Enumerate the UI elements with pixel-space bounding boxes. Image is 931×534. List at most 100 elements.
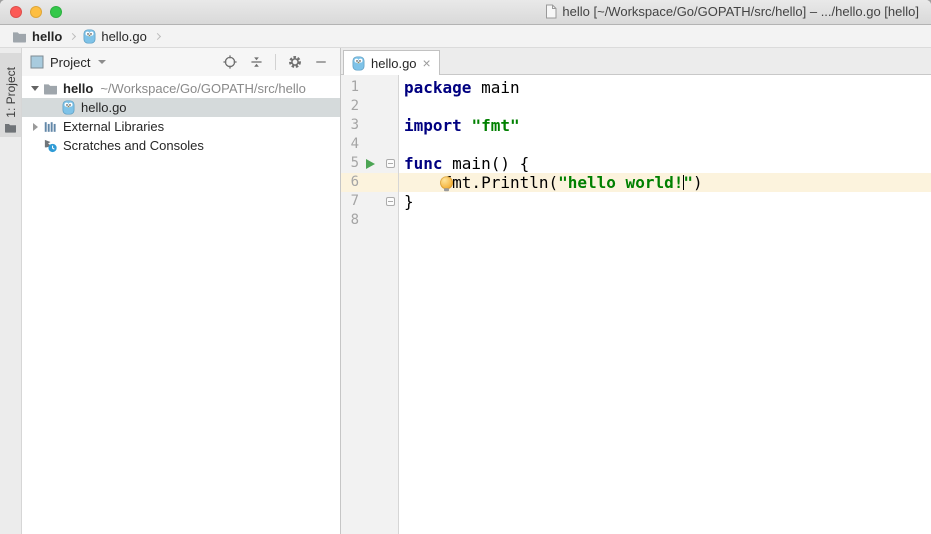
tree-item-label: External Libraries — [63, 119, 164, 134]
minimize-window-button[interactable] — [30, 6, 42, 18]
tree-item-label: hello.go — [81, 100, 127, 115]
run-main-icon[interactable] — [366, 159, 375, 169]
code-token — [404, 173, 443, 192]
code-line-4: 4 — [341, 135, 931, 154]
folder-icon — [12, 30, 27, 43]
code-text[interactable] — [399, 135, 931, 154]
editor-tab-bar[interactable]: hello.go × — [341, 48, 931, 75]
code-line-3: 3 import "fmt" — [341, 116, 931, 135]
locate-icon[interactable] — [222, 54, 238, 70]
go-icon — [83, 29, 96, 44]
tree-row-scratches-and-consoles[interactable]: Scratches and Consoles — [22, 136, 340, 155]
code-line-2: 2 — [341, 97, 931, 116]
line-number: 6 — [343, 173, 359, 192]
fold-marker-icon[interactable] — [386, 197, 395, 206]
chevron-right-icon[interactable] — [33, 123, 38, 131]
tree-row-hello-go[interactable]: hello.go — [22, 98, 340, 117]
hide-icon[interactable] — [314, 54, 328, 70]
gutter[interactable]: 6 — [341, 173, 399, 192]
gutter[interactable]: 1 — [341, 78, 399, 97]
code-token: main() { — [443, 154, 530, 173]
zoom-window-button[interactable] — [50, 6, 62, 18]
code-line-7: 7} — [341, 192, 931, 211]
tool-window-stripe: 1: Project — [0, 48, 22, 534]
line-number: 1 — [343, 78, 359, 97]
tree-row-hello[interactable]: hello~/Workspace/Go/GOPATH/src/hello — [22, 79, 340, 98]
code-token — [462, 116, 472, 135]
line-number: 2 — [343, 97, 359, 116]
code-token: "hello world! — [558, 173, 683, 192]
main-area: 1: Project Project hello~/Workspace/Go/G… — [0, 48, 931, 534]
code-line-6: 6 fmt.Println("hello world!") — [341, 173, 931, 192]
code-text[interactable]: import "fmt" — [399, 116, 931, 135]
window-title: hello [~/Workspace/Go/GOPATH/src/hello] … — [562, 4, 919, 19]
code-token: package — [404, 78, 471, 97]
chevron-down-icon[interactable] — [31, 86, 39, 91]
line-number: 3 — [343, 116, 359, 135]
code-token: " — [683, 173, 693, 192]
document-proxy-icon[interactable] — [545, 4, 557, 19]
gutter[interactable]: 3 — [341, 116, 399, 135]
line-number: 5 — [343, 154, 359, 173]
window-title-group: hello [~/Workspace/Go/GOPATH/src/hello] … — [545, 4, 919, 19]
intention-bulb-icon[interactable] — [440, 176, 453, 189]
code-text[interactable]: } — [399, 192, 931, 211]
folder-icon — [43, 82, 58, 95]
tree-item-path: ~/Workspace/Go/GOPATH/src/hello — [100, 81, 306, 96]
libraries-icon — [43, 120, 57, 134]
tab-close-icon[interactable]: × — [423, 56, 431, 70]
code-text[interactable]: fmt.Println("hello world!") — [399, 173, 931, 192]
gutter[interactable] — [341, 230, 399, 534]
tree-row-external-libraries[interactable]: External Libraries — [22, 117, 340, 136]
collapse-all-icon[interactable] — [249, 54, 264, 70]
editor-area: hello.go × 1 package main 23 import "fmt" 45… — [341, 48, 931, 534]
code-token: fmt.Println( — [443, 173, 559, 192]
gutter[interactable]: 8 — [341, 211, 399, 230]
code-text[interactable] — [399, 97, 931, 116]
code-line-5: 5 func main() { — [341, 154, 931, 173]
code-token: func — [404, 154, 443, 173]
code-text[interactable] — [399, 211, 931, 230]
tool-stripe-project-button[interactable]: 1: Project — [0, 53, 21, 137]
folder-icon — [4, 122, 17, 133]
code-line-8: 8 — [341, 211, 931, 230]
code-text[interactable]: func main() { — [399, 154, 931, 173]
code-token: ) — [693, 173, 703, 192]
go-file-icon — [352, 56, 365, 71]
breadcrumb-label: hello — [32, 29, 62, 44]
scratches-icon — [43, 138, 58, 153]
code-text[interactable]: package main — [399, 78, 931, 97]
code-line-1: 1 package main — [341, 78, 931, 97]
settings-icon[interactable] — [287, 54, 303, 70]
chevron-down-icon[interactable] — [98, 60, 106, 64]
project-panel-title[interactable]: Project — [50, 55, 90, 70]
code-token: import — [404, 116, 462, 135]
code-editor[interactable]: 1 package main 23 import "fmt" 45 func main()… — [341, 75, 931, 534]
ide-window: hello [~/Workspace/Go/GOPATH/src/hello] … — [0, 0, 931, 534]
line-number: 4 — [343, 135, 359, 154]
toolbar-separator — [275, 54, 276, 70]
gutter[interactable]: 5 — [341, 154, 399, 173]
tab-hello-go[interactable]: hello.go × — [343, 50, 440, 75]
code-token: } — [404, 192, 414, 211]
project-tree: hello~/Workspace/Go/GOPATH/src/hello hell… — [22, 76, 340, 155]
gutter[interactable]: 7 — [341, 192, 399, 211]
line-number: 8 — [343, 211, 359, 230]
project-tool-window-icon — [30, 55, 44, 69]
line-number: 7 — [343, 192, 359, 211]
project-panel-header: Project — [22, 48, 340, 76]
tool-stripe-project-label: 1: Project — [4, 67, 18, 118]
breadcrumb-item-hello-go[interactable]: hello.go — [83, 29, 147, 44]
gutter[interactable]: 4 — [341, 135, 399, 154]
fold-marker-icon[interactable] — [386, 159, 395, 168]
breadcrumb-item-hello[interactable]: hello — [12, 29, 62, 44]
chevron-right-icon — [154, 32, 161, 39]
breadcrumb: hello hello.go — [0, 25, 931, 48]
gutter[interactable]: 2 — [341, 97, 399, 116]
code-token: "fmt" — [471, 116, 519, 135]
project-panel: Project hello~/Workspace/Go/GOPATH/src/h… — [22, 48, 341, 534]
breadcrumb-label: hello.go — [101, 29, 147, 44]
title-bar[interactable]: hello [~/Workspace/Go/GOPATH/src/hello] … — [0, 0, 931, 25]
traffic-lights — [10, 6, 62, 18]
close-window-button[interactable] — [10, 6, 22, 18]
